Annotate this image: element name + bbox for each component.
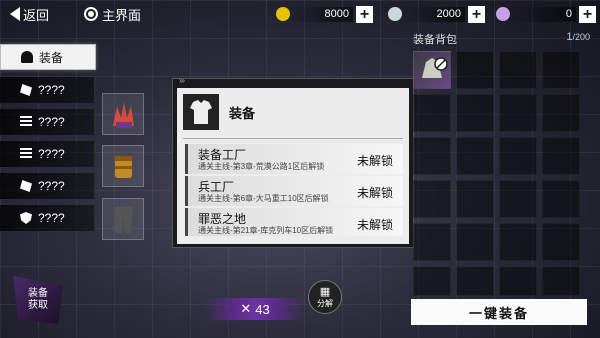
- tab-locked-1[interactable]: ????: [0, 77, 96, 103]
- tab-label: ????: [38, 147, 65, 161]
- tab-label: 装备: [39, 50, 64, 65]
- bag-item-slot[interactable]: [499, 223, 537, 261]
- source-status: 未解锁: [356, 186, 393, 200]
- bag-item-slot[interactable]: [499, 137, 537, 175]
- decompose-icon: ▦: [319, 286, 331, 298]
- bag-count: 1/200: [566, 31, 590, 43]
- add-gold-button[interactable]: +: [356, 5, 373, 23]
- source-desc: 通关主线-第3章-荒漠公路1区后解锁: [198, 162, 325, 171]
- locked-category-icon: [20, 84, 32, 96]
- chevron-right-icon: ›››: [179, 76, 185, 85]
- decompose-button[interactable]: ▦ 分解: [308, 280, 342, 314]
- tab-label: ????: [38, 211, 65, 225]
- bag-item-slot[interactable]: [542, 94, 580, 132]
- bag-title: 装备背包: [413, 34, 457, 46]
- home-circle-icon: [84, 7, 98, 21]
- back-button[interactable]: 返回: [10, 4, 49, 24]
- source-item[interactable]: 罪恶之地 通关主线-第21章-库克列车10区后解锁 未解锁: [185, 208, 403, 236]
- resource-gold: 8000 +: [276, 4, 373, 24]
- source-status: 未解锁: [356, 154, 393, 168]
- armor-icon: [183, 94, 219, 130]
- equipment-slot-hand[interactable]: [102, 145, 144, 187]
- gold-value: 8000: [288, 6, 353, 22]
- source-desc: 通关主线-第21章-库克列车10区后解锁: [198, 226, 334, 235]
- bag-item-slot[interactable]: [413, 180, 451, 218]
- feather-helmet-icon: [113, 102, 134, 128]
- obtain-label-2: 获取: [28, 300, 48, 311]
- source-list: 装备工厂 通关主线-第3章-荒漠公路1区后解锁 未解锁 兵工厂 通关主线-第6章…: [177, 140, 409, 236]
- bag-count-max: /200: [572, 32, 590, 42]
- source-item[interactable]: 兵工厂 通关主线-第6章-大马重工10区后解锁 未解锁: [185, 176, 403, 206]
- bag-item-slot[interactable]: [542, 51, 580, 89]
- bag-item-slot[interactable]: [499, 94, 537, 132]
- bag-item-slot[interactable]: [413, 223, 451, 261]
- source-status: 未解锁: [356, 218, 393, 232]
- back-arrow-icon: [10, 7, 20, 21]
- bag-item-slot[interactable]: [456, 94, 494, 132]
- purple-gem-icon: [496, 7, 510, 21]
- home-label: 主界面: [102, 7, 142, 23]
- equipment-slot-head[interactable]: [102, 93, 144, 135]
- add-silver-button[interactable]: +: [468, 5, 485, 23]
- bag-item-slot-filled[interactable]: [413, 51, 451, 89]
- popup-title: 装备: [229, 105, 256, 121]
- silver-value: 2000: [400, 6, 465, 22]
- home-button[interactable]: 主界面: [84, 4, 141, 24]
- silver-bird-icon: [388, 7, 402, 21]
- bag-item-slot[interactable]: [413, 94, 451, 132]
- golden-gauntlet-icon: [115, 156, 132, 178]
- resource-silver: 2000 +: [388, 4, 485, 24]
- popup-header: 装备: [183, 94, 255, 130]
- bag-item-slot[interactable]: [542, 137, 580, 175]
- leg-armor-icon: [114, 207, 133, 233]
- equip-all-button[interactable]: 一键装备: [411, 299, 587, 325]
- decompose-label: 分解: [317, 299, 333, 308]
- popup-divider: [183, 138, 403, 139]
- tab-locked-3[interactable]: ????: [0, 141, 96, 167]
- gold-coin-icon: [276, 7, 290, 21]
- popup-panel: 装备 装备工厂 通关主线-第3章-荒漠公路1区后解锁 未解锁 兵工厂 通关主线-…: [177, 88, 409, 244]
- resource-gem: 0 +: [496, 4, 596, 24]
- bag-item-slot[interactable]: [456, 180, 494, 218]
- cross-icon: ✕: [240, 301, 252, 316]
- source-item[interactable]: 装备工厂 通关主线-第3章-荒漠公路1区后解锁 未解锁: [185, 144, 403, 174]
- bag-item-slot[interactable]: [456, 266, 494, 296]
- equipment-source-popup: ››› 装备 装备工厂 通关主线-第3章-荒漠公路1区后解锁 未解锁 兵工厂 通…: [172, 76, 414, 248]
- bag-item-slot[interactable]: [456, 137, 494, 175]
- bag-item-slot[interactable]: [413, 137, 451, 175]
- bag-item-slot[interactable]: [456, 223, 494, 261]
- bag-item-slot[interactable]: [499, 180, 537, 218]
- equipment-bag: 装备背包 1/200: [408, 28, 594, 296]
- source-desc: 通关主线-第6章-大马重工10区后解锁: [198, 194, 329, 203]
- equipment-icon: [21, 51, 33, 63]
- tab-label: ????: [38, 83, 65, 97]
- tab-label: ????: [38, 179, 65, 193]
- tab-equipment[interactable]: 装备: [0, 44, 96, 70]
- winged-helmet-icon: [422, 57, 448, 78]
- bag-item-slot[interactable]: [542, 223, 580, 261]
- back-label: 返回: [23, 7, 50, 23]
- tab-locked-4[interactable]: ????: [0, 173, 96, 199]
- bag-item-slot[interactable]: [499, 51, 537, 89]
- gem-value: 0: [508, 6, 576, 22]
- bag-item-slot[interactable]: [542, 180, 580, 218]
- locked-category-icon: [20, 116, 32, 128]
- equipment-slot-legs[interactable]: [102, 198, 144, 240]
- bag-item-slot[interactable]: [456, 51, 494, 89]
- tab-locked-5[interactable]: ????: [0, 205, 96, 231]
- bag-item-slot[interactable]: [542, 266, 580, 296]
- item-multiplier: ✕ 43: [205, 298, 305, 320]
- obtain-label-1: 装备: [28, 288, 48, 299]
- locked-category-icon: [20, 212, 32, 224]
- tab-label: ????: [38, 115, 65, 129]
- locked-category-icon: [20, 148, 32, 160]
- locked-category-icon: [20, 180, 32, 192]
- tab-locked-2[interactable]: ????: [0, 109, 96, 135]
- bag-item-slot[interactable]: [499, 266, 537, 296]
- multiplier-value: 43: [255, 301, 270, 317]
- add-gem-button[interactable]: +: [579, 5, 596, 23]
- bag-item-slot[interactable]: [413, 266, 451, 296]
